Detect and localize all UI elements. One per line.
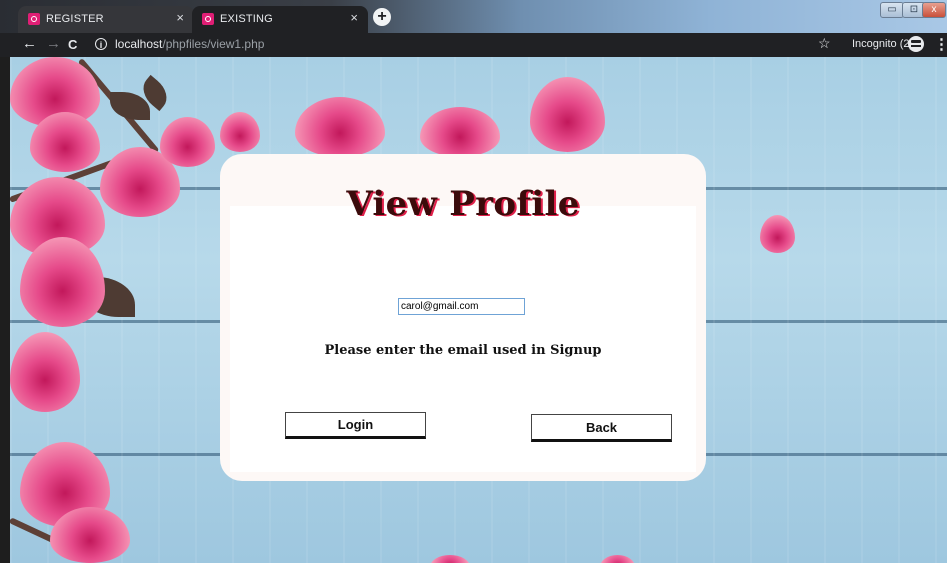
site-favicon-icon [28, 13, 40, 25]
incognito-label[interactable]: Incognito (2) [852, 38, 913, 50]
tab-title: EXISTING [220, 13, 273, 25]
browser-menu-icon[interactable]: ⋮ [934, 35, 947, 53]
bookmark-star-icon[interactable]: ☆ [818, 35, 831, 52]
minimize-button[interactable]: ▭ [880, 2, 904, 18]
browser-toolbar: ← → C i localhost/phpfiles/view1.php ☆ I… [0, 33, 947, 57]
tab-close-icon[interactable]: × [350, 10, 358, 25]
forward-arrow-icon[interactable]: → [46, 35, 61, 52]
incognito-icon[interactable] [908, 36, 924, 52]
address-bar[interactable]: localhost/phpfiles/view1.php [115, 37, 264, 51]
tab-strip: REGISTER × EXISTING × + ▭ ⊡ x [0, 0, 947, 33]
close-window-button[interactable]: x [922, 2, 946, 18]
profile-card: View Profile Please enter the email used… [220, 154, 706, 481]
tab-existing[interactable]: EXISTING × [192, 6, 368, 33]
site-favicon-icon [202, 13, 214, 25]
tab-register[interactable]: REGISTER × [18, 6, 194, 33]
login-button[interactable]: Login [285, 412, 426, 439]
tab-title: REGISTER [46, 13, 104, 25]
petal [760, 215, 795, 253]
reload-icon[interactable]: C [68, 37, 77, 52]
blossom [220, 112, 260, 152]
new-tab-button[interactable]: + [373, 8, 391, 26]
back-button[interactable]: Back [531, 414, 672, 442]
url-host: localhost [115, 37, 163, 51]
tab-close-icon[interactable]: × [176, 10, 184, 25]
page-title: View Profile [346, 184, 580, 224]
window-edge [0, 57, 10, 563]
url-path: /phpfiles/view1.php [162, 37, 265, 51]
email-field[interactable] [398, 298, 525, 315]
site-info-icon[interactable]: i [95, 38, 107, 50]
back-arrow-icon[interactable]: ← [22, 35, 37, 52]
email-hint: Please enter the email used in Signup [324, 343, 602, 358]
